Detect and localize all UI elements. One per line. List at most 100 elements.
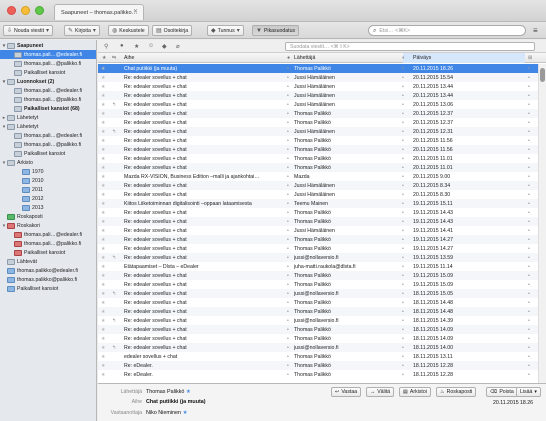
message-row[interactable]: ★ ↰ Re: edealer sovellus + chat • Jussi Hämä… — [98, 127, 538, 136]
message-row[interactable]: ★ Re: edealer sovellus + chat • Thomas Pali… — [98, 325, 538, 334]
sidebar-item[interactable]: thomas.palikko@palikko.fi — [0, 275, 96, 284]
read-status-icon[interactable]: • — [287, 255, 293, 261]
junk-status-icon[interactable]: • — [402, 129, 408, 135]
junk-status-icon[interactable]: • — [402, 345, 408, 351]
message-row[interactable]: ★ Re: eDealer. • Thomas Palikkö • 18.11.2015 … — [98, 370, 538, 379]
zoom-window-button[interactable] — [35, 6, 44, 15]
more-button[interactable]: Lisää ▾ — [516, 387, 542, 397]
contact-star-icon[interactable]: ★ — [183, 410, 188, 416]
message-row[interactable]: ★ Kiitos Liiketoiminnan digitalisointi –o… — [98, 199, 538, 208]
junk-status-icon[interactable]: • — [402, 228, 408, 234]
sidebar-item[interactable]: Paikalliset kansiot — [0, 248, 96, 257]
star-icon[interactable]: ★ — [101, 273, 109, 279]
junk-status-icon[interactable]: • — [402, 336, 408, 342]
message-row[interactable]: ★ Re: edealer sovellus + chat • Jussi Hämäl… — [98, 226, 538, 235]
read-status-icon[interactable]: • — [287, 372, 293, 378]
star-icon[interactable]: ★ — [101, 363, 109, 369]
sidebar-item[interactable]: 2010 — [0, 176, 96, 185]
message-list-scrollbar[interactable] — [538, 64, 546, 383]
star-icon[interactable]: ★ — [101, 255, 109, 261]
sidebar-item[interactable]: 2012 — [0, 194, 96, 203]
to-value[interactable]: Niko Nieminen ★ — [146, 410, 187, 416]
junk-status-icon[interactable]: • — [402, 165, 408, 171]
unread-filter-icon[interactable]: ● — [120, 43, 124, 49]
star-icon[interactable]: ★ — [101, 300, 109, 306]
message-row[interactable]: ★ Re: edealer sovellus + chat • Thomas Pali… — [98, 235, 538, 244]
message-row[interactable]: ★ Re: edealer sovellus + chat • Thomas Pali… — [98, 163, 538, 172]
star-icon[interactable]: ★ — [101, 174, 109, 180]
read-status-icon[interactable]: • — [287, 129, 293, 135]
junk-status-icon[interactable]: • — [402, 264, 408, 270]
starred-filter-icon[interactable]: ★ — [134, 43, 139, 50]
hamburger-menu-icon[interactable]: ≡ — [533, 26, 538, 35]
star-icon[interactable]: ★ — [101, 309, 109, 315]
junk-status-icon[interactable]: • — [402, 291, 408, 297]
sidebar-item[interactable]: 2013 — [0, 203, 96, 212]
contact-star-icon[interactable]: ★ — [186, 389, 191, 395]
star-icon[interactable]: ★ — [101, 75, 109, 81]
junk-status-icon[interactable]: • — [402, 66, 408, 72]
global-search-input[interactable]: ⌕ Etsi… <⌘K> — [368, 25, 526, 36]
get-messages-button[interactable]: ⇩ Nouda viestit ▾ — [3, 25, 54, 36]
sidebar-item[interactable]: Paikalliset kansiot — [0, 68, 96, 77]
sidebar-item[interactable]: thomas.palikko@edealer.fi — [0, 266, 96, 275]
junk-status-icon[interactable]: • — [402, 309, 408, 315]
read-status-icon[interactable]: • — [287, 147, 293, 153]
message-row[interactable]: ★ Re: edealer sovellus + chat • Thomas Pali… — [98, 145, 538, 154]
read-status-icon[interactable]: • — [287, 102, 293, 108]
read-status-icon[interactable]: • — [287, 219, 293, 225]
message-row[interactable]: ★ Re: edealer sovellus + chat • Thomas Pali… — [98, 280, 538, 289]
read-status-icon[interactable]: • — [287, 246, 293, 252]
star-icon[interactable]: ★ — [101, 318, 109, 324]
star-icon[interactable]: ★ — [101, 165, 109, 171]
write-button[interactable]: ✎ Kirjoita ▾ — [64, 25, 100, 36]
read-status-icon[interactable]: • — [287, 336, 293, 342]
star-icon[interactable]: ★ — [101, 192, 109, 198]
read-status-icon[interactable]: • — [287, 345, 293, 351]
star-icon[interactable]: ★ — [101, 129, 109, 135]
column-subject[interactable]: Aihe — [124, 55, 134, 61]
message-row[interactable]: ★ Re: edealer sovellus + chat • Thomas Pali… — [98, 244, 538, 253]
star-icon[interactable]: ★ — [101, 210, 109, 216]
message-row[interactable]: ★ Re: edealer sovellus + chat • Jussi Hämäl… — [98, 91, 538, 100]
sidebar-item[interactable]: Paikalliset kansiot — [0, 149, 96, 158]
star-icon[interactable]: ★ — [101, 183, 109, 189]
read-status-icon[interactable]: • — [287, 66, 293, 72]
junk-button[interactable]: ♨ Roskaposti — [436, 387, 477, 397]
read-status-icon[interactable]: • — [287, 264, 293, 270]
message-row[interactable]: ★ edealer sovellus + chat • Thomas Palikkö •… — [98, 352, 538, 361]
star-icon[interactable]: ★ — [101, 219, 109, 225]
star-icon[interactable]: ★ — [101, 93, 109, 99]
chat-button[interactable]: ◍ Keskustele — [108, 25, 149, 36]
message-row[interactable]: ★ ↰ Re: edealer sovellus + chat • jussi@noll… — [98, 253, 538, 262]
junk-status-icon[interactable]: • — [402, 318, 408, 324]
sidebar-item[interactable]: thomas.pali…@edealer.fi — [0, 230, 96, 239]
from-value[interactable]: Thomas Palikkö ★ — [146, 389, 191, 395]
sidebar-item[interactable]: Paikalliset kansiot — [0, 284, 96, 293]
junk-status-icon[interactable]: • — [402, 282, 408, 288]
message-row[interactable]: ★ Etätapaamiset – Dlsta – eDealer • juha-ma… — [98, 262, 538, 271]
contact-filter-icon[interactable]: ☺ — [148, 43, 154, 49]
read-status-icon[interactable]: • — [287, 210, 293, 216]
forward-button[interactable]: → Välitä — [366, 387, 395, 397]
star-icon[interactable]: ★ — [101, 111, 109, 117]
read-status-icon[interactable]: • — [287, 75, 293, 81]
minimize-window-button[interactable] — [21, 6, 30, 15]
junk-status-icon[interactable]: • — [402, 363, 408, 369]
sidebar-item[interactable]: thomas.pali…@palikko.fi — [0, 140, 96, 149]
star-icon[interactable]: ★ — [101, 147, 109, 153]
read-status-icon[interactable]: • — [287, 84, 293, 90]
read-status-icon[interactable]: • — [287, 138, 293, 144]
star-icon[interactable]: ★ — [101, 237, 109, 243]
sidebar-item[interactable]: ▾ Luonnokset (2) — [0, 77, 96, 86]
junk-status-icon[interactable]: • — [402, 192, 408, 198]
pin-icon[interactable]: ⚲ — [104, 43, 108, 50]
star-icon[interactable]: ★ — [101, 84, 109, 90]
read-status-icon[interactable]: • — [287, 300, 293, 306]
message-row[interactable]: ★ Re: edealer sovellus + chat • Thomas Pali… — [98, 334, 538, 343]
message-row[interactable]: ★ Re: edealer sovellus + chat • Thomas Pali… — [98, 208, 538, 217]
message-row[interactable]: ★ Re: edealer sovellus + chat • Thomas Pali… — [98, 217, 538, 226]
archive-button[interactable]: ▤ Arkistoi — [399, 387, 431, 397]
message-row[interactable]: ★ Re: edealer sovellus + chat • Thomas Pali… — [98, 307, 538, 316]
read-status-icon[interactable]: • — [287, 183, 293, 189]
